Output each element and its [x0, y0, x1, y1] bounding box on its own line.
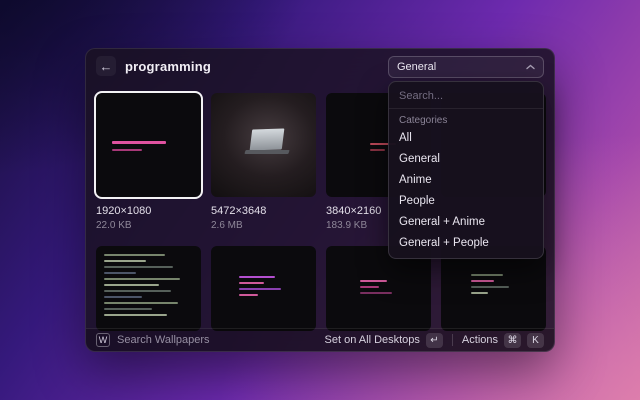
dropdown-item-anime[interactable]: Anime [389, 170, 543, 191]
back-arrow-icon: ← [100, 59, 113, 74]
actions-button[interactable]: Actions [462, 334, 498, 346]
category-select[interactable]: General [388, 56, 544, 78]
page-title: programming [125, 59, 211, 74]
wallpaper-thumbnail[interactable] [211, 93, 316, 197]
wallpaper-thumbnail[interactable] [96, 246, 201, 331]
footer-search-hint[interactable]: Search Wallpapers [117, 334, 210, 346]
set-on-all-desktops-button[interactable]: Set on All Desktops [325, 334, 420, 346]
wallpaper-meta: 5472×3648 2.6 MB [211, 197, 316, 231]
dropdown-item-people[interactable]: People [389, 191, 543, 212]
command-key-icon: ⌘ [504, 333, 521, 348]
dropdown-item-all[interactable]: All [389, 128, 543, 149]
dropdown-search-input[interactable] [389, 84, 543, 108]
app-logo-icon: W [96, 333, 110, 347]
dropdown-section-label: Categories [389, 109, 543, 128]
dropdown-search [389, 84, 543, 109]
return-key-icon: ↵ [426, 333, 443, 348]
dropdown-item-general-anime[interactable]: General + Anime [389, 212, 543, 233]
wallpaper-thumbnail[interactable] [211, 246, 316, 331]
wallpaper-resolution: 1920×1080 [96, 205, 201, 217]
k-key-icon: K [527, 333, 544, 348]
chevron-up-icon [526, 64, 535, 70]
category-select-value: General [397, 61, 436, 73]
dropdown-item-general-people[interactable]: General + People [389, 233, 543, 254]
wallpaper-cell: 1920×1080 22.0 KB [96, 93, 201, 231]
wallpaper-resolution: 5472×3648 [211, 205, 316, 217]
wallpaper-meta: 1920×1080 22.0 KB [96, 197, 201, 231]
footer-bar: W Search Wallpapers Set on All Desktops … [86, 328, 554, 351]
footer-actions: Set on All Desktops ↵ Actions ⌘ K [325, 333, 544, 348]
wallpaper-thumbnail-selected[interactable] [96, 93, 201, 197]
dropdown-item-general[interactable]: General [389, 149, 543, 170]
wallpaper-filesize: 2.6 MB [211, 220, 316, 231]
wallpaper-app-window: ← programming General 1920×1080 22.0 KB [85, 48, 555, 352]
back-button[interactable]: ← [96, 56, 116, 76]
footer-divider [452, 334, 453, 346]
window-header: ← programming General [86, 49, 554, 83]
wallpaper-filesize: 22.0 KB [96, 220, 201, 231]
category-dropdown-menu: Categories All General Anime People Gene… [388, 81, 544, 259]
wallpaper-cell: 5472×3648 2.6 MB [211, 93, 316, 231]
